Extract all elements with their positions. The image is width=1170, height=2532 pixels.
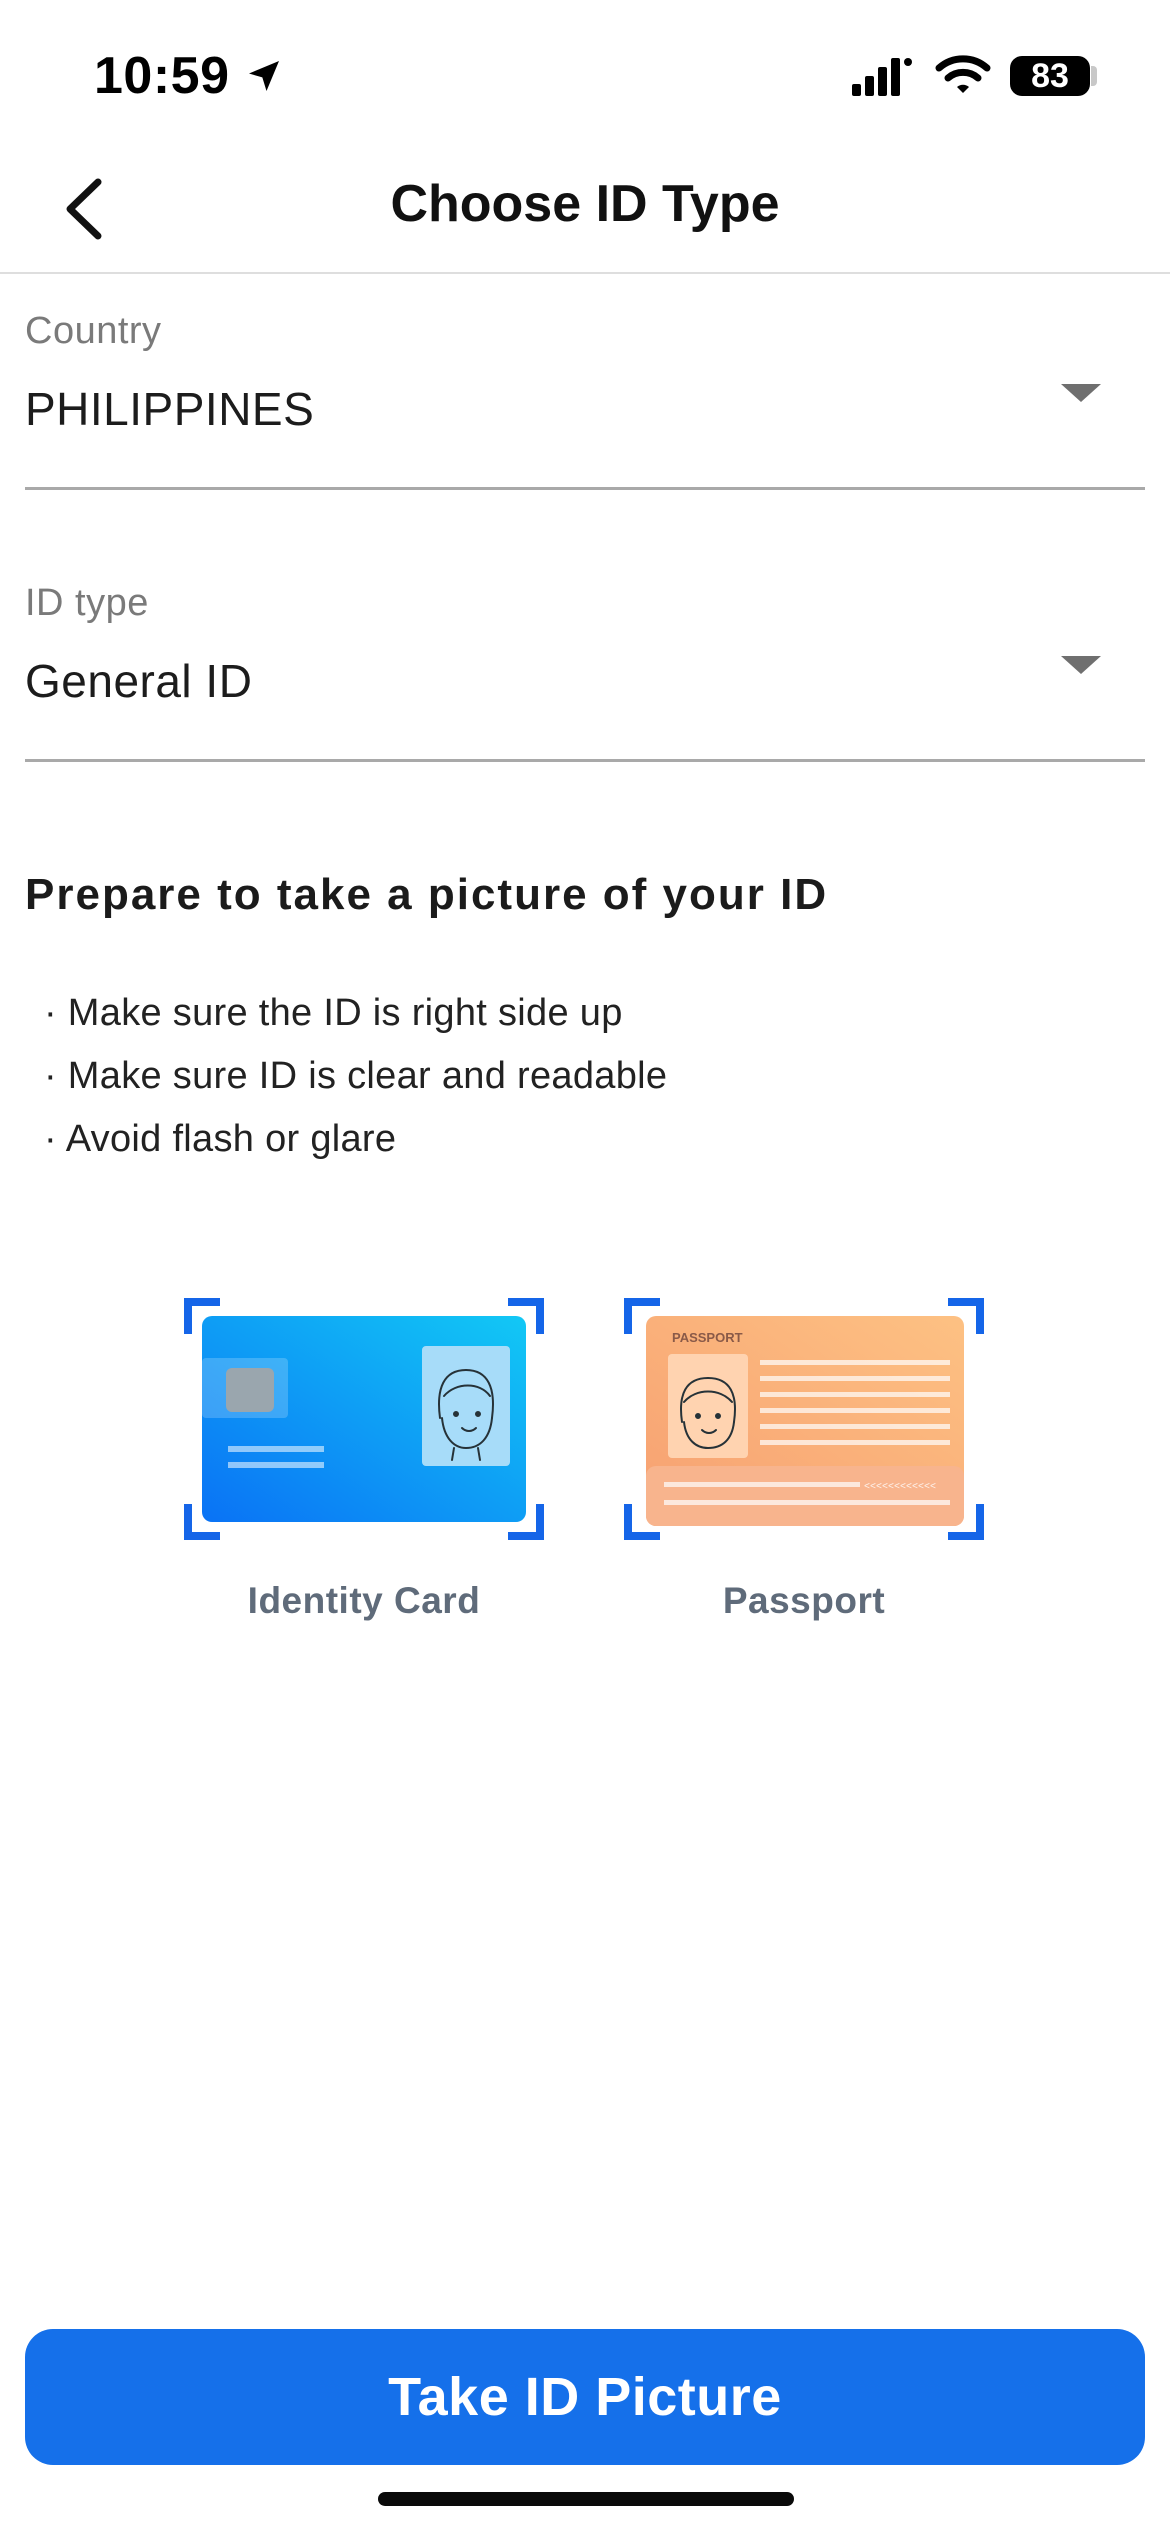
id-type-value: General ID xyxy=(25,655,253,707)
passport-label: Passport xyxy=(722,1580,886,1621)
id-type-label: ID type xyxy=(25,582,149,624)
passport-text: PASSPORT xyxy=(672,1330,743,1345)
tip-item: · Make sure the ID is right side up xyxy=(44,992,623,1034)
passport-option[interactable]: PASSPORT <<<<<<<<<<<< Passport xyxy=(624,1298,984,1638)
svg-text:<<<<<<<<<<<<: <<<<<<<<<<<< xyxy=(864,1482,936,1493)
id-type-select[interactable]: ID type General ID xyxy=(25,582,1145,762)
status-bar: 10:59 83 xyxy=(0,0,1170,150)
choose-id-type-screen: 10:59 83 Choose ID Type Country PHILIPPI… xyxy=(0,0,1170,2532)
identity-card-label: Identity Card xyxy=(247,1580,481,1621)
country-value: PHILIPPINES xyxy=(25,383,315,435)
take-id-picture-button[interactable]: Take ID Picture xyxy=(25,2329,1145,2465)
navigation-bar: Choose ID Type xyxy=(0,150,1170,274)
passport-illustration: PASSPORT <<<<<<<<<<<< xyxy=(624,1298,984,1540)
instructions-list: · Make sure the ID is right side up · Ma… xyxy=(44,990,667,1179)
tip-item: · Make sure ID is clear and readable xyxy=(44,1055,668,1097)
tip-item: · Avoid flash or glare xyxy=(44,1118,397,1160)
location-arrow-icon xyxy=(249,61,279,91)
identity-card-option[interactable]: Identity Card xyxy=(184,1298,544,1638)
dropdown-arrow-icon[interactable] xyxy=(1061,656,1101,674)
cellular-signal-icon xyxy=(852,58,912,96)
dropdown-arrow-icon[interactable] xyxy=(1061,384,1101,402)
page-title: Choose ID Type xyxy=(390,175,780,233)
battery-level: 83 xyxy=(1031,57,1069,95)
country-select[interactable]: Country PHILIPPINES xyxy=(25,310,1145,490)
instructions-heading: Prepare to take a picture of your ID xyxy=(25,870,829,919)
home-indicator xyxy=(378,2492,794,2506)
wifi-icon xyxy=(935,55,991,93)
status-time: 10:59 xyxy=(94,47,230,105)
battery-cap xyxy=(1091,66,1097,86)
identity-card-illustration xyxy=(184,1298,544,1540)
country-label: Country xyxy=(25,310,162,352)
battery-icon: 83 xyxy=(1010,56,1090,96)
